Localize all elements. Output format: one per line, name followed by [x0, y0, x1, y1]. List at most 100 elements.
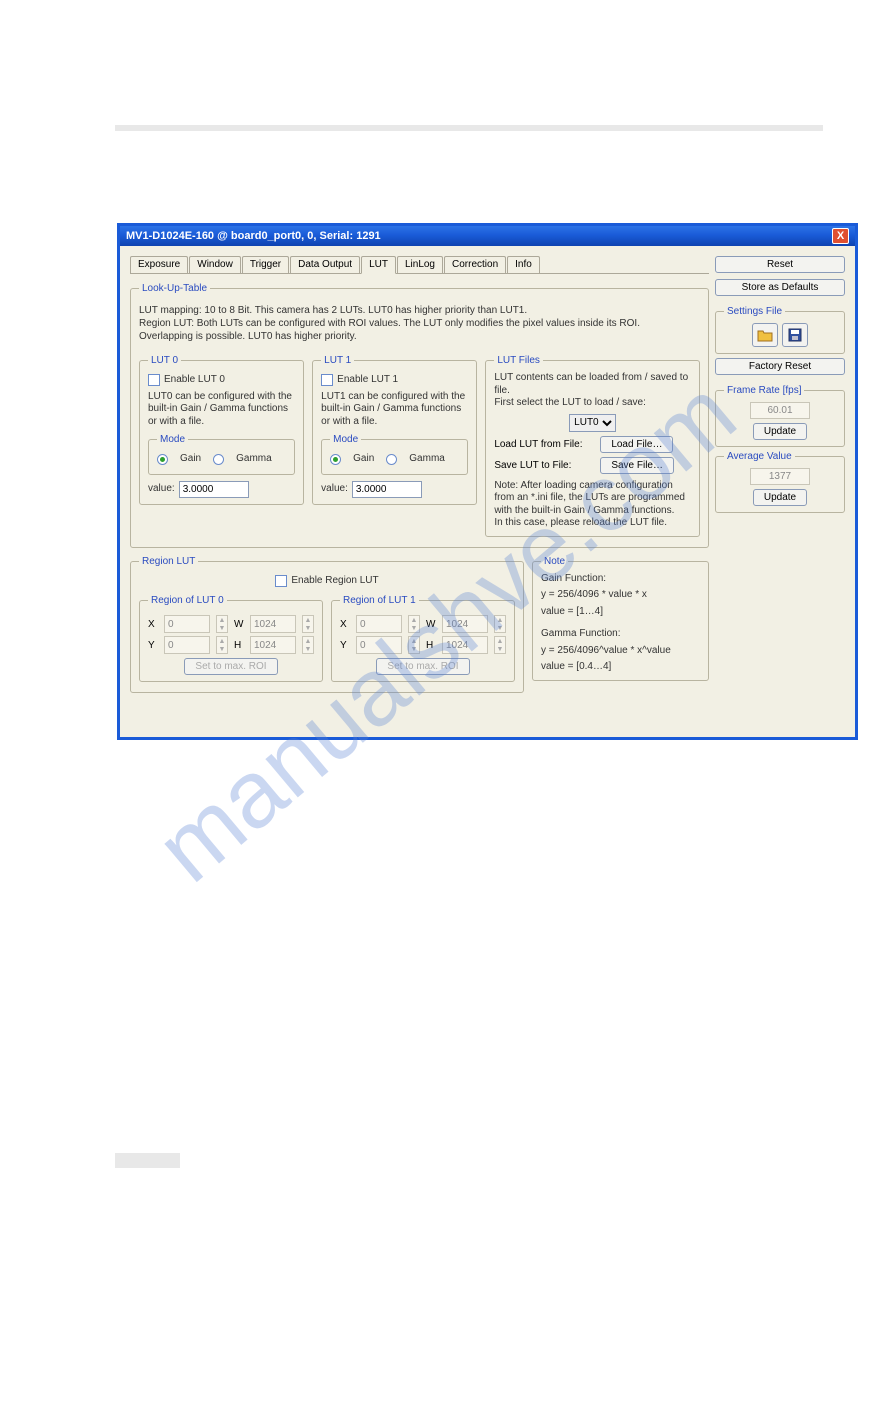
r0-y-spinner[interactable]: ▲▼ [216, 636, 228, 654]
floppy-icon [788, 328, 802, 342]
average-legend: Average Value [724, 451, 795, 462]
lut1-mode-legend: Mode [330, 434, 361, 445]
note-gamma-eq: y = 256/4096^value * x^value [541, 645, 700, 658]
region1-group: Region of LUT 1 X 0 ▲▼ W 1024 ▲▼ [331, 595, 515, 682]
r0-w-label: W [234, 619, 244, 630]
region-lut-enable-label: Enable Region LUT [291, 575, 378, 588]
save-file-icon-button[interactable] [782, 323, 808, 347]
tab-data-output[interactable]: Data Output [290, 256, 360, 273]
lut1-desc: LUT1 can be configured with the built-in… [321, 391, 468, 429]
lut1-mode-group: Mode Gain Gamma [321, 434, 468, 475]
average-group: Average Value 1377 Update [715, 451, 845, 513]
r0-setmax-button[interactable]: Set to max. ROI [184, 658, 277, 675]
r1-setmax-button[interactable]: Set to max. ROI [376, 658, 469, 675]
lut0-gamma-radio[interactable] [213, 454, 224, 465]
lut-files-note: Note: After loading camera configuration… [494, 480, 691, 530]
average-update-button[interactable]: Update [753, 489, 807, 506]
framerate-value: 60.01 [750, 402, 810, 419]
lut-select[interactable]: LUT0 [569, 414, 616, 432]
close-icon: X [837, 230, 844, 242]
framerate-group: Frame Rate [fps] 60.01 Update [715, 385, 845, 447]
page-header-rule [115, 125, 823, 131]
r0-w-spinner[interactable]: ▲▼ [302, 615, 314, 633]
load-file-button[interactable]: Load File… [600, 436, 673, 453]
lut0-value-input[interactable] [179, 481, 249, 498]
r0-x-label: X [148, 619, 158, 630]
lut1-gain-label: Gain [353, 453, 374, 466]
note-gamma-range: value = [0.4…4] [541, 661, 700, 674]
r0-y-value[interactable]: 0 [164, 636, 210, 654]
region-lut-legend: Region LUT [139, 556, 198, 567]
r0-x-value[interactable]: 0 [164, 615, 210, 633]
lut1-gain-radio[interactable] [330, 454, 341, 465]
r0-h-value[interactable]: 1024 [250, 636, 296, 654]
save-file-button[interactable]: Save File… [600, 457, 674, 474]
lut0-enable-checkbox[interactable] [148, 374, 160, 386]
r1-x-label: X [340, 619, 350, 630]
r1-x-spinner[interactable]: ▲▼ [408, 615, 420, 633]
lut0-gain-radio[interactable] [157, 454, 168, 465]
factory-reset-button[interactable]: Factory Reset [715, 358, 845, 375]
reset-button[interactable]: Reset [715, 256, 845, 273]
lut1-value-label: value: [321, 483, 348, 496]
lut0-legend: LUT 0 [148, 355, 181, 366]
window-body: Exposure Window Trigger Data Output LUT … [120, 246, 855, 737]
lut0-group: LUT 0 Enable LUT 0 LUT0 can be configure… [139, 355, 304, 505]
note-group: Note Gain Function: y = 256/4096 * value… [532, 556, 709, 681]
r0-x-spinner[interactable]: ▲▼ [216, 615, 228, 633]
close-button[interactable]: X [832, 228, 849, 244]
tab-lut[interactable]: LUT [361, 256, 396, 274]
r1-w-spinner[interactable]: ▲▼ [494, 615, 506, 633]
lut1-enable-checkbox[interactable] [321, 374, 333, 386]
r0-h-spinner[interactable]: ▲▼ [302, 636, 314, 654]
tab-info[interactable]: Info [507, 256, 540, 273]
region-lut-group: Region LUT Enable Region LUT Re [130, 556, 524, 694]
tab-trigger[interactable]: Trigger [242, 256, 289, 273]
r0-h-label: H [234, 640, 244, 651]
lut0-desc: LUT0 can be configured with the built-in… [148, 391, 295, 429]
region1-legend: Region of LUT 1 [340, 595, 419, 606]
lut0-value-label: value: [148, 483, 175, 496]
lookup-legend: Look-Up-Table [139, 283, 210, 294]
lut-files-group: LUT Files LUT contents can be loaded fro… [485, 355, 700, 537]
note-gain-eq: y = 256/4096 * value * x [541, 589, 700, 602]
tab-linlog[interactable]: LinLog [397, 256, 443, 273]
lut0-mode-group: Mode Gain Gamma [148, 434, 295, 475]
lut0-mode-legend: Mode [157, 434, 188, 445]
lut1-group: LUT 1 Enable LUT 1 LUT1 can be configure… [312, 355, 477, 505]
r1-x-value[interactable]: 0 [356, 615, 402, 633]
r1-h-spinner[interactable]: ▲▼ [494, 636, 506, 654]
r1-y-label: Y [340, 640, 350, 651]
tab-exposure[interactable]: Exposure [130, 256, 188, 273]
load-lut-label: Load LUT from File: [494, 439, 594, 450]
lut1-gamma-radio[interactable] [386, 454, 397, 465]
lut1-value-input[interactable] [352, 481, 422, 498]
settings-file-legend: Settings File [724, 306, 785, 317]
open-folder-icon [757, 328, 773, 342]
region-lut-enable-checkbox[interactable] [275, 575, 287, 587]
tab-strip: Exposure Window Trigger Data Output LUT … [130, 256, 709, 274]
lut-files-legend: LUT Files [494, 355, 543, 366]
note-gamma-title: Gamma Function: [541, 628, 700, 641]
r1-y-value[interactable]: 0 [356, 636, 402, 654]
note-legend: Note [541, 556, 568, 567]
r1-y-spinner[interactable]: ▲▼ [408, 636, 420, 654]
lut1-gamma-label: Gamma [409, 453, 445, 466]
r0-y-label: Y [148, 640, 158, 651]
tab-correction[interactable]: Correction [444, 256, 506, 273]
framerate-update-button[interactable]: Update [753, 423, 807, 440]
save-lut-label: Save LUT to File: [494, 460, 594, 471]
lut0-enable-label: Enable LUT 0 [164, 374, 225, 387]
lookup-table-group: Look-Up-Table LUT mapping: 10 to 8 Bit. … [130, 283, 709, 548]
r1-h-value[interactable]: 1024 [442, 636, 488, 654]
settings-file-group: Settings File [715, 306, 845, 354]
framerate-legend: Frame Rate [fps] [724, 385, 804, 396]
window-title: MV1-D1024E-160 @ board0_port0, 0, Serial… [126, 230, 381, 242]
app-window: MV1-D1024E-160 @ board0_port0, 0, Serial… [117, 223, 858, 740]
region0-legend: Region of LUT 0 [148, 595, 227, 606]
open-file-button[interactable] [752, 323, 778, 347]
tab-window[interactable]: Window [189, 256, 241, 273]
store-defaults-button[interactable]: Store as Defaults [715, 279, 845, 296]
r1-w-value[interactable]: 1024 [442, 615, 488, 633]
r0-w-value[interactable]: 1024 [250, 615, 296, 633]
